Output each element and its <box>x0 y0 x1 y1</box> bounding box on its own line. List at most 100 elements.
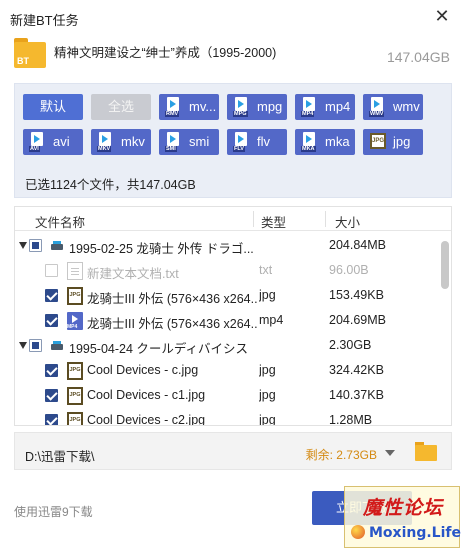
jpg-file-icon <box>67 362 83 380</box>
jpg-file-icon <box>67 412 83 425</box>
mpg-file-icon: MPG <box>233 97 251 117</box>
column-header-type[interactable]: 类型 <box>261 212 286 231</box>
task-name: 精神文明建设之“绅士”养成（1995-2000) <box>54 46 277 60</box>
tree-file-row[interactable]: Cool Devices - c2.jpg jpg 1.28MB <box>15 408 440 426</box>
filter-chip-label: avi <box>53 134 70 149</box>
folder-drive-icon <box>51 241 63 250</box>
row-type: mp4 <box>259 313 284 327</box>
row-name: Cool Devices - c.jpg <box>87 363 199 377</box>
filter-chip-wmv[interactable]: WMV wmv <box>363 94 423 120</box>
row-name: 龙骑士III 外伝 (576×436 x264... <box>87 317 257 331</box>
row-type: txt <box>259 263 273 277</box>
tree-folder-row[interactable]: 1995-04-24 クールディバイシス 2.30GB <box>15 333 440 358</box>
row-checkbox[interactable] <box>45 289 58 302</box>
row-size: 2.30GB <box>329 338 372 352</box>
jpg-file-icon: JPG <box>369 132 387 152</box>
row-size: 204.84MB <box>329 238 386 252</box>
folder-drive-icon <box>51 341 63 350</box>
filter-chip-label: mp4 <box>325 99 351 114</box>
filter-chip-mkv[interactable]: MKV mkv <box>91 129 151 155</box>
browse-folder-icon[interactable] <box>415 442 437 461</box>
ball-icon <box>351 525 365 539</box>
close-icon[interactable]: ✕ <box>432 6 452 26</box>
mka-file-icon: MKA <box>301 132 319 152</box>
filter-chip-label: smi <box>189 134 210 149</box>
row-checkbox[interactable] <box>45 264 58 277</box>
tree-file-row[interactable]: 龙骑士III 外伝 (576×436 x264... jpg 153.49KB <box>15 283 440 308</box>
filter-chip-label: mv... <box>189 99 217 114</box>
selection-summary: 已选1124个文件，共147.04GB <box>25 178 196 192</box>
row-name: 1995-04-24 クールディバイシス <box>69 342 249 356</box>
use-xunlei9-link[interactable]: 使用迅雷9下载 <box>14 503 93 520</box>
tree-file-row[interactable]: Cool Devices - c1.jpg jpg 140.37KB <box>15 383 440 408</box>
row-checkbox[interactable] <box>29 239 42 252</box>
row-size: 140.37KB <box>329 388 384 402</box>
row-type: jpg <box>259 388 276 402</box>
filter-chip-mka[interactable]: MKA mka <box>295 129 355 155</box>
list-scrollbar[interactable] <box>441 233 449 423</box>
mp4-file-icon <box>67 312 83 330</box>
row-size: 153.49KB <box>329 288 384 302</box>
mkv-file-icon: MKV <box>97 132 115 152</box>
row-name: 龙骑士III 外伝 (576×436 x264... <box>87 292 257 306</box>
row-type: jpg <box>259 288 276 302</box>
chevron-down-icon[interactable] <box>385 450 395 456</box>
collapse-arrow-icon[interactable] <box>19 242 27 249</box>
list-header: 文件名称 类型 大小 <box>15 207 451 231</box>
tree-folder-row[interactable]: 1995-02-25 龙骑士 外传 ドラゴ... 204.84MB <box>15 233 440 258</box>
tree-file-row[interactable]: 新建文本文档.txt txt 96.00B <box>15 258 440 283</box>
row-checkbox[interactable] <box>45 364 58 377</box>
file-type-filter-panel: 默认 全选 RMV mv... MPG mpg MP4 mp4 WMV wmv … <box>14 83 452 198</box>
filter-chip-mp4[interactable]: MP4 mp4 <box>295 94 355 120</box>
watermark-title: 魔性论坛 <box>363 497 444 519</box>
row-checkbox[interactable] <box>45 314 58 327</box>
bt-folder-icon: BT <box>14 38 46 68</box>
row-type: jpg <box>259 413 276 426</box>
column-header-size[interactable]: 大小 <box>335 212 360 231</box>
column-header-name[interactable]: 文件名称 <box>35 212 85 231</box>
row-name: 新建文本文档.txt <box>87 267 179 281</box>
bt-folder-label: BT <box>17 56 29 66</box>
filter-chip-mpg[interactable]: MPG mpg <box>227 94 287 120</box>
smi-file-icon: SMI <box>165 132 183 152</box>
save-path[interactable]: D:\迅雷下载\ <box>25 446 94 465</box>
filter-chip-label: mka <box>325 134 350 149</box>
save-path-bar[interactable]: D:\迅雷下载\ 剩余: 2.73GB <box>14 432 452 470</box>
title-bar: 新建BT任务 ✕ <box>0 0 466 34</box>
row-size: 204.69MB <box>329 313 386 327</box>
row-checkbox[interactable] <box>45 389 58 402</box>
watermark-subtitle: Moxing.Life <box>369 525 461 541</box>
row-checkbox[interactable] <box>45 414 58 425</box>
jpg-file-icon <box>67 287 83 305</box>
filter-chip-flv[interactable]: FLV flv <box>227 129 287 155</box>
row-size: 96.00B <box>329 263 369 277</box>
mp4-file-icon: MP4 <box>301 97 319 117</box>
wmv-file-icon: WMV <box>369 97 387 117</box>
tree-file-row[interactable]: 龙骑士III 外伝 (576×436 x264... mp4 204.69MB <box>15 308 440 333</box>
file-tree-list: 文件名称 类型 大小 1995-02-25 龙骑士 外传 ドラゴ... 204.… <box>14 206 452 426</box>
free-space-label: 剩余: 2.73GB <box>305 448 377 462</box>
collapse-arrow-icon[interactable] <box>19 342 27 349</box>
task-total-size: 147.04GB <box>386 49 450 65</box>
filter-chip-jpg[interactable]: JPG jpg <box>363 129 423 155</box>
row-size: 1.28MB <box>329 413 373 426</box>
select-all-button[interactable]: 全选 <box>91 94 151 120</box>
row-size: 324.42KB <box>329 363 384 377</box>
rmvb-file-icon: RMV <box>165 97 183 117</box>
flv-file-icon: FLV <box>233 132 251 152</box>
jpg-file-icon <box>67 387 83 405</box>
row-checkbox[interactable] <box>29 339 42 352</box>
tree-file-row[interactable]: Cool Devices - c.jpg jpg 324.42KB <box>15 358 440 383</box>
filter-chip-avi[interactable]: AVI avi <box>23 129 83 155</box>
default-select-button[interactable]: 默认 <box>23 94 83 120</box>
filter-chip-smi[interactable]: SMI smi <box>159 129 219 155</box>
dialog-title: 新建BT任务 <box>10 13 79 28</box>
row-type: jpg <box>259 363 276 377</box>
filter-chip-label: flv <box>257 134 270 149</box>
filter-chip-label: mkv <box>121 134 145 149</box>
filter-chip-label: wmv <box>393 99 420 114</box>
watermark-logo: 魔性论坛 Moxing.Life <box>344 486 461 548</box>
avi-file-icon: AVI <box>29 132 47 152</box>
filter-chip-rmvb[interactable]: RMV mv... <box>159 94 219 120</box>
scrollbar-thumb[interactable] <box>441 241 449 289</box>
